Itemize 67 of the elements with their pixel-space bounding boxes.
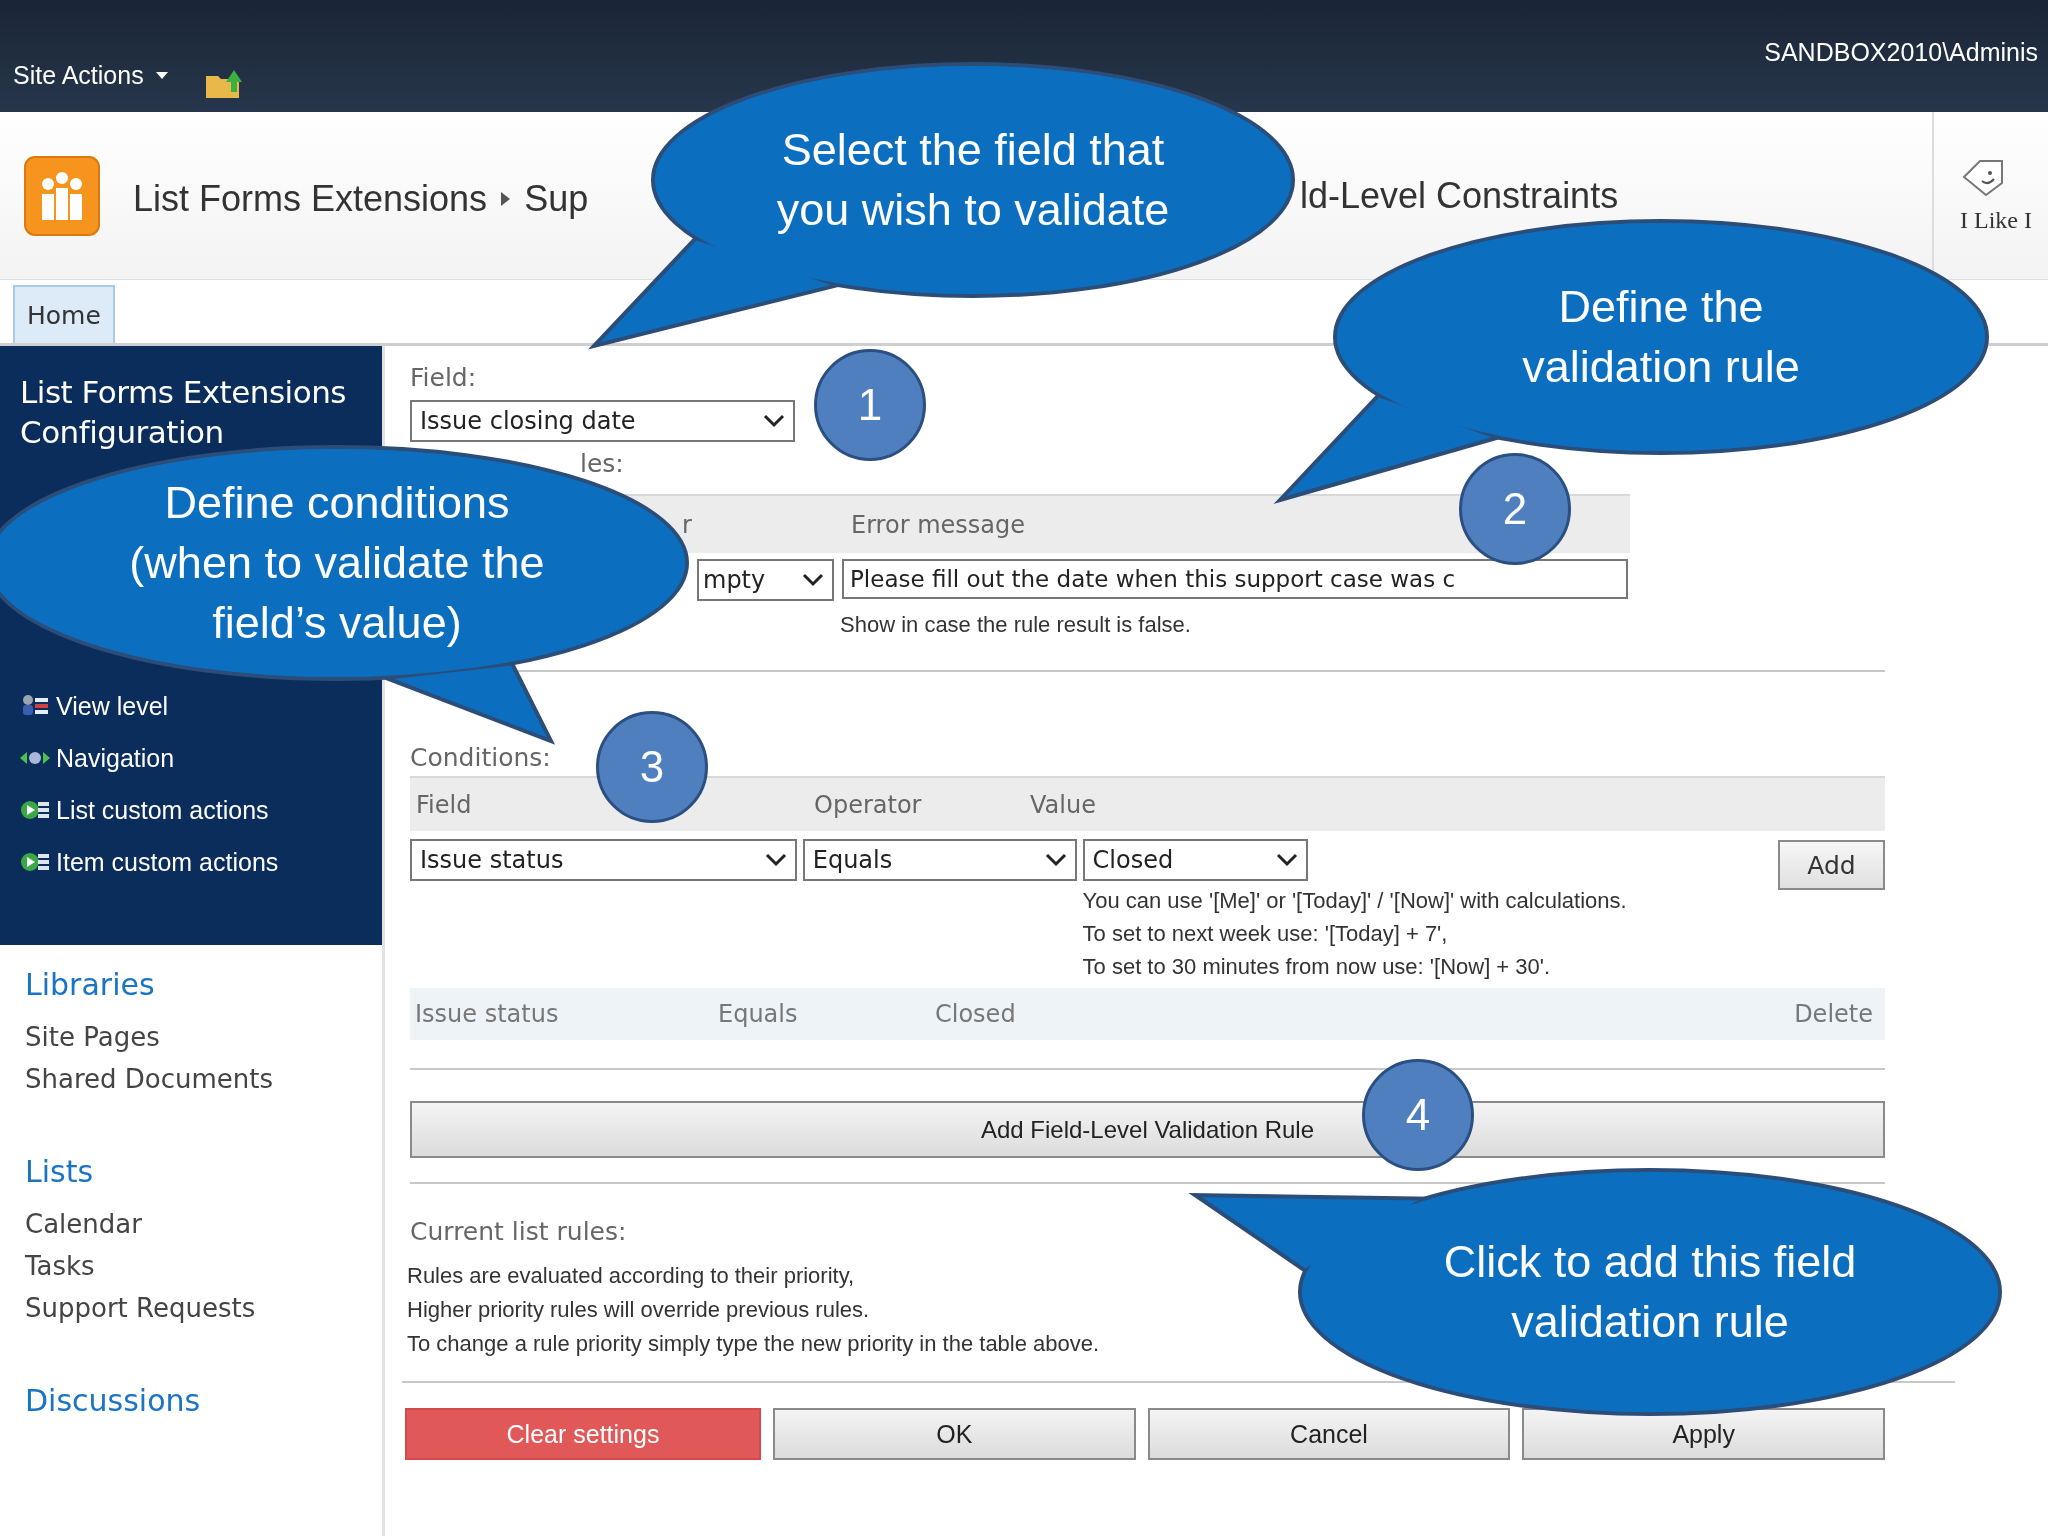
step-number-badge: 3 [596, 711, 708, 823]
hint-text: You can use '[Me]' or '[Today]' / '[Now]' with calculations. [1082, 887, 1627, 915]
ribbon-tab[interactable]: Home [13, 285, 115, 343]
sidebar-link[interactable]: View level [20, 688, 169, 724]
callout-text: Click to add this field validation rule [1443, 1235, 1857, 1349]
chevron-icon [763, 414, 785, 428]
nav-link[interactable]: Support Requests [25, 1293, 256, 1323]
callout-text: Select the field that you wish to validate [776, 123, 1170, 237]
sidebar-link[interactable]: List custom actions [20, 792, 269, 828]
delete-link[interactable]: Delete [1794, 1000, 1873, 1028]
chevron-icon [1044, 853, 1067, 867]
sidebar-link[interactable]: Navigation [20, 740, 175, 776]
hint-text: Show in case the rule result is false. [840, 611, 1191, 639]
field-label: Field: [410, 362, 477, 394]
operator-dropdown[interactable]: mpty [697, 559, 834, 601]
step-number-badge: 4 [1362, 1059, 1474, 1171]
step-number-badge: 1 [814, 349, 926, 461]
rules-label: les: [580, 448, 624, 480]
table-cell-text: Closed [935, 1000, 1017, 1028]
nav-link[interactable]: Shared Documents [25, 1064, 274, 1094]
chevron-icon [1275, 853, 1298, 867]
current-rules-label: Current list rules: [410, 1216, 627, 1248]
nav-link[interactable]: Tasks [25, 1251, 95, 1281]
nav-link[interactable]: Site Pages [25, 1022, 160, 1052]
column-header: r [681, 510, 693, 539]
page-title: ld-Level Constraints [1300, 174, 1620, 217]
form-button[interactable]: Apply [1522, 1408, 1885, 1460]
value-dropdown[interactable]: Closed [1082, 839, 1308, 881]
table-cell-text: Issue status [415, 1000, 560, 1028]
hint-text: To set to next week use: '[Today] + 7', [1082, 920, 1448, 948]
table-cell-text: Equals [718, 1000, 799, 1028]
callout-text: Define the validation rule [1522, 280, 1800, 394]
column-header: Error message [850, 510, 1026, 539]
field-dropdown[interactable]: Issue closing date [410, 400, 795, 442]
chevron-icon [764, 853, 787, 867]
add-button[interactable]: Add [1778, 840, 1885, 890]
column-header: Field [415, 790, 473, 819]
column-header: Operator [813, 790, 923, 819]
breadcrumb-arrow-icon [501, 191, 511, 206]
step-number-badge: 2 [1459, 453, 1571, 565]
sidebar-heading: List Forms Extensions Configuration [20, 373, 347, 452]
user-name[interactable]: SANDBOX2010\Adminis [1764, 38, 2038, 67]
error-message-input[interactable]: Please fill out the date when this support case was c [842, 559, 1628, 599]
play-list-icon [20, 850, 50, 874]
hint-text: To set to 30 minutes from now use: '[Now] + 30'. [1082, 953, 1551, 981]
tag-icon [1960, 157, 2006, 197]
site-logo-icon [24, 155, 100, 236]
nav-group-title[interactable]: Libraries [25, 967, 155, 1002]
form-button[interactable]: OK [773, 1408, 1136, 1460]
breadcrumb-link[interactable]: Sup [524, 177, 589, 220]
rules-description: Rules are evaluated according to their priority, Higher priority rules will override previous rules. To change a rule priority simply type the new priority in the table above. [407, 1262, 1100, 1358]
callout-text: Define conditions (when to validate the field’s value) [129, 476, 545, 650]
operator-dropdown[interactable]: Equals [802, 839, 1077, 881]
field-dropdown[interactable]: Issue status [410, 839, 797, 881]
nav-link[interactable]: Calendar [25, 1209, 142, 1239]
sidebar-link[interactable]: Item custom actions [20, 844, 279, 880]
site-actions-menu[interactable]: Site Actions [13, 61, 168, 90]
play-list-icon [20, 798, 50, 822]
column-header: Value [1029, 790, 1097, 819]
form-button[interactable]: Cancel [1147, 1408, 1511, 1460]
nav-group-title[interactable]: Lists [25, 1154, 94, 1189]
nav-group-title[interactable]: Discussions [25, 1383, 201, 1418]
chevron-icon [802, 573, 824, 587]
clear-settings-button[interactable]: Clear settings [405, 1408, 761, 1460]
caret-icon [155, 71, 168, 80]
conditions-label: Conditions: [410, 742, 551, 774]
breadcrumb-link[interactable]: List Forms Extensions [133, 177, 488, 220]
